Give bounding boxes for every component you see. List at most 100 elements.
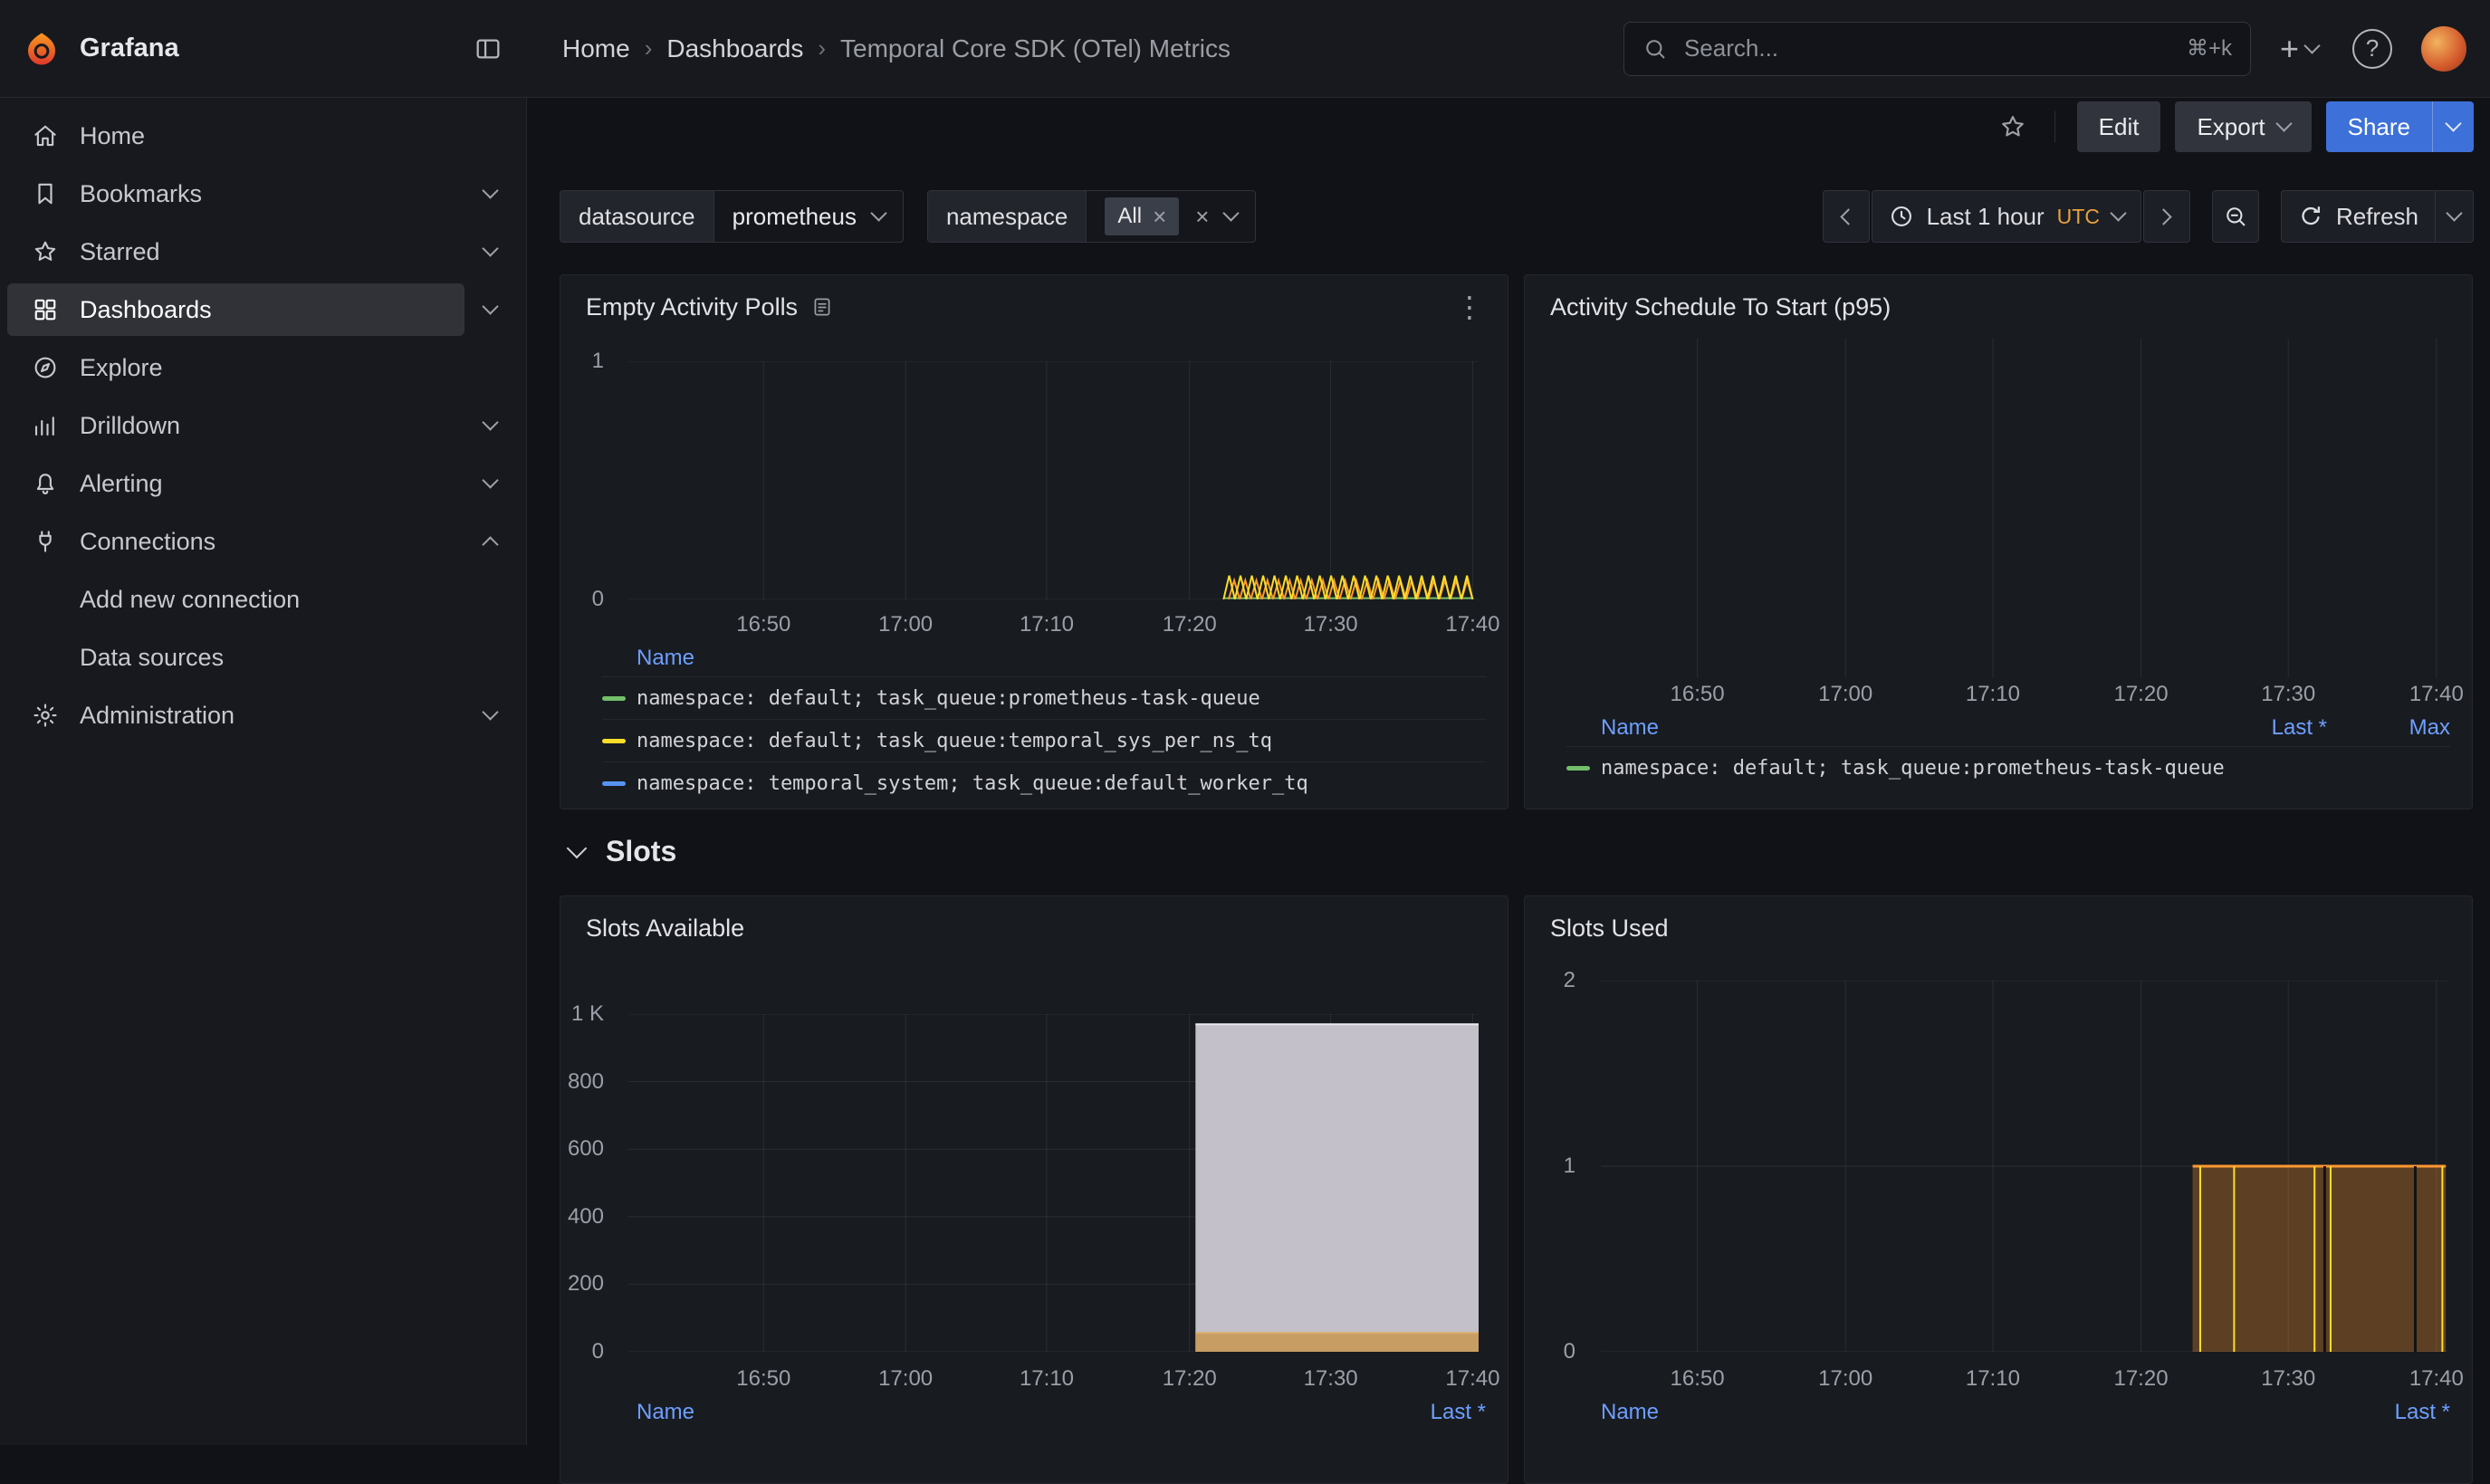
sidebar-item-dashboards[interactable]: Dashboards [7,283,464,336]
sidebar-row: Connections [0,512,526,570]
x-tick-label: 16:50 [1671,682,1725,707]
search-input[interactable] [1682,34,2172,63]
star-dashboard-button[interactable] [1993,107,2033,147]
y-tick-label: 200 [568,1271,604,1297]
chart-plot[interactable] [628,1014,1479,1352]
legend-name-header[interactable]: Name [602,646,694,671]
grafana-logo[interactable] [24,31,60,67]
sidebar-drilldown-chevron[interactable] [464,400,515,451]
legend-column-header[interactable]: Last * [1404,1400,1486,1425]
chart-plot[interactable] [628,361,1479,599]
export-button[interactable]: Export [2175,101,2311,152]
sidebar-item-label: Dashboards [80,296,212,324]
panel-legend: Name namespace: default; task_queue:prome… [602,640,1486,805]
x-tick-label: 17:00 [1818,1366,1872,1392]
breadcrumb-current: Temporal Core SDK (OTel) Metrics [840,34,1231,63]
legend-columns: Last * [2369,1400,2450,1425]
share-menu-button[interactable] [2432,101,2474,152]
chevron-down-icon [482,414,498,430]
legend-name-header[interactable]: Name [602,1400,694,1425]
sidebar-row: Drilldown [0,397,526,455]
dock-sidebar-icon[interactable] [468,29,508,69]
nav-left: Grafana [0,0,528,97]
breadcrumb-home[interactable]: Home [562,34,630,63]
legend-name-header[interactable]: Name [1566,1400,1659,1425]
sidebar-alerting-chevron[interactable] [464,458,515,509]
legend-series-name[interactable]: namespace: default; task_queue:prometheu… [637,687,1260,710]
sidebar-item-home[interactable]: Home [7,110,515,162]
panel-title[interactable]: Activity Schedule To Start (p95) [1550,293,1891,321]
add-button[interactable]: + [2275,27,2323,71]
panel-header: Slots Used [1525,896,2472,949]
main-content: Edit Export Share datasource prometheus … [528,98,2490,1445]
y-axis: 1 K8006004002000 [560,1014,617,1352]
sidebar-item-explore[interactable]: Explore [7,341,515,394]
chart-plot[interactable] [1601,339,2447,677]
panel-header: Slots Available [560,896,1508,949]
refresh-icon [2298,204,2323,229]
sidebar-item-label: Connections [80,528,215,556]
sidebar-item-alerting[interactable]: Alerting [7,457,464,510]
time-controls: Last 1 hour UTC [1823,190,2474,243]
datasource-select[interactable]: prometheus [714,191,903,242]
sidebar-item-administration[interactable]: Administration [7,689,464,742]
section-title[interactable]: Slots [606,835,676,868]
sidebar-row: Data sources [0,628,526,686]
panel-title[interactable]: Empty Activity Polls [586,293,798,321]
sidebar-dashboards-chevron[interactable] [464,284,515,335]
sidebar-item-label: Bookmarks [80,180,202,208]
sidebar-item-add-new-connection[interactable]: Add new connection [7,573,515,626]
time-range-label: Last 1 hour [1927,203,2045,231]
legend-series-name[interactable]: namespace: default; task_queue:prometheu… [1601,757,2225,780]
description-icon[interactable] [810,295,834,319]
chart-plot[interactable] [1601,981,2447,1352]
sidebar-bookmarks-chevron[interactable] [464,168,515,219]
sidebar-starred-chevron[interactable] [464,226,515,277]
panel-menu-icon[interactable]: ⋮ [1450,292,1489,322]
edit-button[interactable]: Edit [2077,101,2161,152]
refresh-interval-button[interactable] [2436,190,2474,243]
time-back-button[interactable] [1823,190,1870,243]
breadcrumb-separator-icon: › [818,34,826,62]
sidebar-item-starred[interactable]: Starred [7,225,464,278]
zoom-out-button[interactable] [2212,190,2259,243]
panel-title[interactable]: Slots Used [1550,914,1669,943]
variable-controls: datasource prometheus namespace All × × [560,190,1256,243]
remove-tag-icon[interactable]: × [1153,205,1166,228]
legend-column-header[interactable]: Last * [2246,715,2327,741]
time-range-button[interactable]: Last 1 hour UTC [1872,190,2141,243]
legend-column-header[interactable]: Max [2369,715,2450,741]
x-tick-label: 17:40 [2409,682,2464,707]
namespace-select[interactable]: All × × [1087,191,1255,242]
x-tick-label: 17:00 [878,612,933,637]
legend-series-name[interactable]: namespace: temporal_system; task_queue:d… [637,772,1308,795]
share-button[interactable]: Share [2326,101,2432,152]
sidebar-item-connections[interactable]: Connections [7,515,464,568]
search-box[interactable]: ⌘+k [1623,22,2251,76]
legend-series-name[interactable]: namespace: default; task_queue:temporal_… [637,730,1272,752]
breadcrumb-dashboards[interactable]: Dashboards [666,34,803,63]
series-color-marker [1566,766,1590,771]
sidebar-item-data-sources[interactable]: Data sources [7,631,515,684]
refresh-button[interactable]: Refresh [2281,190,2436,243]
variable-label: datasource [560,191,714,242]
avatar[interactable] [2421,26,2466,72]
sidebar-row: Dashboards [0,281,526,339]
sidebar-administration-chevron[interactable] [464,690,515,741]
sidebar-connections-chevron[interactable] [464,516,515,567]
namespace-pill[interactable]: All × [1105,197,1179,235]
sidebar-row: Bookmarks [0,165,526,223]
sidebar-item-bookmarks[interactable]: Bookmarks [7,168,464,220]
y-axis: 10 [560,361,617,599]
chevron-left-icon [1840,208,1856,225]
legend-name-header[interactable]: Name [1566,715,1659,741]
panel-title[interactable]: Slots Available [586,914,744,943]
time-forward-button[interactable] [2143,190,2190,243]
legend-header: Name Last * [1566,1394,2450,1431]
sidebar-item-drilldown[interactable]: Drilldown [7,399,464,452]
collapse-section-button[interactable] [564,847,589,857]
sidebar-row: Add new connection [0,570,526,628]
help-button[interactable]: ? [2347,24,2398,74]
legend-column-header[interactable]: Last * [2369,1400,2450,1425]
clear-selection-icon[interactable]: × [1195,205,1209,228]
